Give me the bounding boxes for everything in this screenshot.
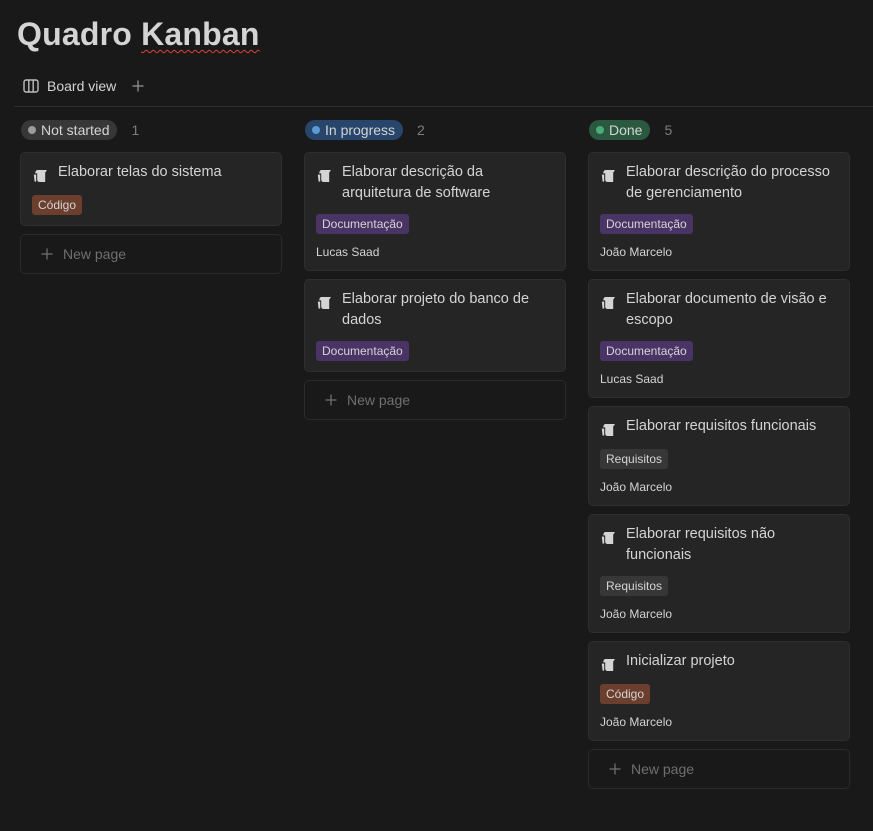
card-title: Elaborar descrição do processo de gerenc… bbox=[626, 164, 830, 201]
card-title-row: Elaborar requisitos não funcionais bbox=[600, 524, 838, 566]
kanban-card[interactable]: Elaborar documento de visão e escopo Docu… bbox=[588, 279, 850, 398]
kanban-card[interactable]: Elaborar requisitos funcionais Requisitos… bbox=[588, 406, 850, 506]
card-tags: Documentação bbox=[600, 331, 838, 361]
kanban-card[interactable]: Inicializar projeto Código João Marcelo bbox=[588, 641, 850, 741]
kanban-card[interactable]: Elaborar telas do sistema Código bbox=[20, 152, 282, 226]
page-icon bbox=[317, 170, 331, 182]
tab-board-view[interactable]: Board view bbox=[23, 76, 116, 96]
tag-badge: Requisitos bbox=[600, 576, 669, 596]
column-header: Not started 1 bbox=[20, 120, 282, 140]
plus-icon bbox=[609, 763, 621, 775]
card-title-row: Elaborar telas do sistema bbox=[32, 162, 270, 185]
status-badge[interactable]: Done bbox=[589, 120, 651, 140]
status-badge[interactable]: In progress bbox=[305, 120, 404, 140]
tag-badge: Código bbox=[600, 684, 651, 704]
card-title: Elaborar requisitos funcionais bbox=[626, 418, 817, 434]
tag-badge: Código bbox=[32, 195, 83, 215]
card-title-row: Elaborar projeto do banco de dados bbox=[316, 289, 554, 331]
column-header: Done 5 bbox=[588, 120, 850, 140]
tag-badge: Requisitos bbox=[600, 449, 669, 469]
column-count: 2 bbox=[417, 122, 425, 138]
card-assignee: Lucas Saad bbox=[316, 245, 380, 259]
new-page-button[interactable]: New page bbox=[304, 380, 566, 420]
card-title-row: Elaborar requisitos funcionais bbox=[600, 416, 838, 439]
kanban-card[interactable]: Elaborar descrição da arquitetura de sof… bbox=[304, 152, 566, 271]
board-view-icon bbox=[23, 79, 39, 93]
card-title: Elaborar requisitos não funcionais bbox=[626, 526, 776, 563]
card-assignee: João Marcelo bbox=[600, 715, 673, 729]
page-icon bbox=[317, 297, 331, 309]
new-page-label: New page bbox=[347, 392, 411, 408]
kanban-card[interactable]: Elaborar requisitos não funcionais Requis… bbox=[588, 514, 850, 633]
new-page-button[interactable]: New page bbox=[588, 749, 850, 789]
plus-icon bbox=[132, 80, 144, 92]
card-tags: Código bbox=[600, 674, 838, 704]
new-page-label: New page bbox=[63, 246, 127, 262]
view-tabs-bar: Board view bbox=[14, 72, 873, 107]
card-title-row: Elaborar descrição do processo de gerenc… bbox=[600, 162, 838, 204]
tag-badge: Documentação bbox=[600, 341, 693, 361]
page-icon bbox=[601, 297, 615, 309]
tag-badge: Documentação bbox=[600, 214, 693, 234]
plus-icon bbox=[325, 394, 337, 406]
status-dot-icon bbox=[312, 126, 320, 134]
card-tags: Requisitos bbox=[600, 566, 838, 596]
card-assignee: João Marcelo bbox=[600, 245, 673, 259]
kanban-card[interactable]: Elaborar descrição do processo de gerenc… bbox=[588, 152, 850, 271]
card-title-row: Elaborar documento de visão e escopo bbox=[600, 289, 838, 331]
status-label: Done bbox=[609, 122, 643, 138]
card-assignee: João Marcelo bbox=[600, 480, 673, 494]
card-assignee: Lucas Saad bbox=[600, 372, 664, 386]
page-icon bbox=[601, 532, 615, 544]
page-title[interactable]: Quadro Kanban bbox=[17, 16, 260, 53]
card-title-row: Inicializar projeto bbox=[600, 651, 838, 674]
card-title-row: Elaborar descrição da arquitetura de sof… bbox=[316, 162, 554, 204]
status-dot-icon bbox=[596, 126, 604, 134]
board-column: In progress 2 Elaborar descrição da arquit… bbox=[304, 120, 566, 420]
status-label: Not started bbox=[41, 122, 110, 138]
add-view-button[interactable] bbox=[131, 76, 145, 96]
kanban-page: Quadro Kanban Board view Not started 1 Ela… bbox=[0, 0, 873, 831]
board-column: Done 5 Elaborar descrição do processo de g… bbox=[588, 120, 850, 789]
page-icon bbox=[601, 170, 615, 182]
card-title: Inicializar projeto bbox=[626, 653, 735, 669]
card-title: Elaborar telas do sistema bbox=[58, 164, 222, 180]
status-badge[interactable]: Not started bbox=[21, 120, 118, 140]
page-icon bbox=[601, 424, 615, 436]
new-page-button[interactable]: New page bbox=[20, 234, 282, 274]
card-title: Elaborar projeto do banco de dados bbox=[342, 291, 530, 328]
tab-board-view-label: Board view bbox=[47, 78, 117, 94]
plus-icon bbox=[41, 248, 53, 260]
card-tags: Documentação bbox=[316, 204, 554, 234]
column-header: In progress 2 bbox=[304, 120, 566, 140]
card-tags: Código bbox=[32, 185, 270, 215]
tag-badge: Documentação bbox=[316, 341, 409, 361]
column-count: 1 bbox=[131, 122, 140, 138]
tag-badge: Documentação bbox=[316, 214, 409, 234]
page-title-word-1: Quadro bbox=[17, 16, 132, 52]
page-icon bbox=[601, 659, 615, 671]
status-label: In progress bbox=[325, 122, 396, 138]
page-title-word-2: Kanban bbox=[141, 16, 260, 52]
column-count: 5 bbox=[664, 122, 673, 138]
page-icon bbox=[33, 170, 47, 182]
board-column: Not started 1 Elaborar telas do sistema Cód… bbox=[20, 120, 282, 274]
card-assignee: João Marcelo bbox=[600, 607, 673, 621]
card-tags: Requisitos bbox=[600, 439, 838, 469]
new-page-label: New page bbox=[631, 761, 695, 777]
kanban-card[interactable]: Elaborar projeto do banco de dados Docume… bbox=[304, 279, 566, 372]
card-tags: Documentação bbox=[316, 331, 554, 361]
card-tags: Documentação bbox=[600, 204, 838, 234]
card-title: Elaborar descrição da arquitetura de sof… bbox=[342, 164, 491, 201]
status-dot-icon bbox=[28, 126, 36, 134]
card-title: Elaborar documento de visão e escopo bbox=[626, 291, 827, 328]
